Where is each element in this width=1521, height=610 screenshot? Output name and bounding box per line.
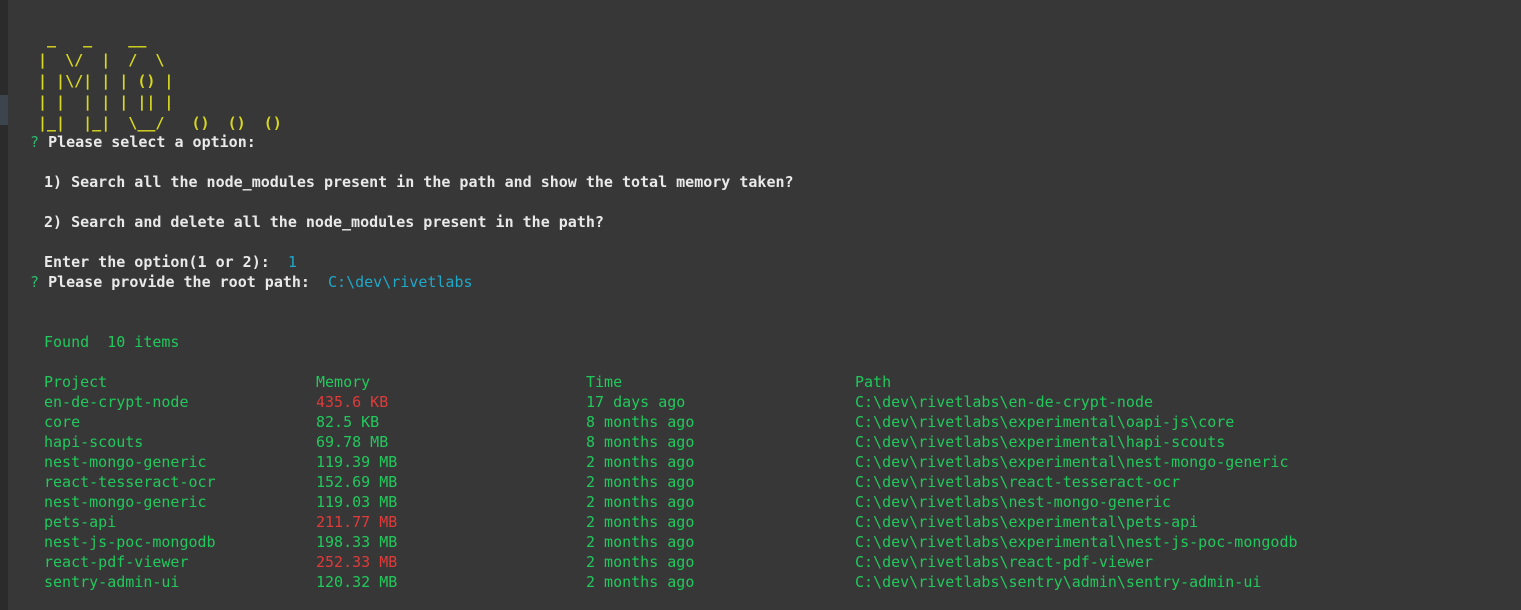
cell-path: C:\dev\rivetlabs\nest-mongo-generic	[855, 493, 1172, 511]
terminal-window: _ _ __ | \/ | / \ | |\/| | | () | | | | …	[0, 0, 1521, 610]
cell-project: react-pdf-viewer	[44, 553, 189, 571]
cell-time: 2 months ago	[586, 453, 695, 471]
cell-memory: 119.39 MB	[316, 453, 398, 471]
table-row: react-tesseract-ocr 152.69 MB 2 months ago…	[8, 472, 1521, 492]
found-items-status: Found 10 items	[44, 333, 180, 351]
enter-option-value[interactable]: 1	[270, 253, 297, 271]
cell-time: 2 months ago	[586, 493, 695, 511]
table-row: sentry-admin-ui 120.32 MB 2 months ago C:\d…	[8, 572, 1521, 592]
cell-time: 8 months ago	[586, 433, 695, 451]
table-row: nest-mongo-generic 119.39 MB 2 months ago C…	[8, 452, 1521, 472]
cell-time: 2 months ago	[586, 573, 695, 591]
cell-project: hapi-scouts	[44, 433, 144, 451]
cell-path: C:\dev\rivetlabs\experimental\pets-api	[855, 513, 1199, 531]
cell-memory: 82.5 KB	[316, 413, 380, 431]
cell-time: 8 months ago	[586, 413, 695, 431]
root-path-label: Please provide the root path:	[48, 273, 310, 291]
cell-path: C:\dev\rivetlabs\experimental\oapi-js\co…	[855, 413, 1235, 431]
cell-path: C:\dev\rivetlabs\en-de-crypt-node	[855, 393, 1154, 411]
cell-project: nest-mongo-generic	[44, 453, 207, 471]
cell-path: C:\dev\rivetlabs\react-tesseract-ocr	[855, 473, 1181, 491]
cell-path: C:\dev\rivetlabs\react-pdf-viewer	[855, 553, 1154, 571]
cell-memory: 211.77 MB	[316, 513, 398, 531]
cell-memory: 152.69 MB	[316, 473, 398, 491]
cell-project: nest-mongo-generic	[44, 493, 207, 511]
cell-project: pets-api	[44, 513, 117, 531]
enter-option-line: Enter the option(1 or 2): 1	[44, 252, 297, 272]
column-header-memory: Memory	[316, 373, 371, 391]
cell-memory: 198.33 MB	[316, 533, 398, 551]
root-path-line: ? Please provide the root path: C:\dev\r…	[30, 272, 473, 292]
cell-project: react-tesseract-ocr	[44, 473, 216, 491]
cell-memory: 252.33 MB	[316, 553, 398, 571]
option-1-line[interactable]: 1) Search all the node_modules present i…	[44, 172, 794, 192]
cell-path: C:\dev\rivetlabs\experimental\nest-js-po…	[855, 533, 1298, 551]
prompt-question-icon: ?	[30, 133, 40, 151]
results-table: Project Memory Time Path en-de-crypt-nod…	[8, 372, 1521, 592]
cell-path: C:\dev\rivetlabs\sentry\admin\sentry-adm…	[855, 573, 1262, 591]
cell-memory: 69.78 MB	[316, 433, 389, 451]
table-row: core 82.5 KB 8 months ago C:\dev\rivetlabs\…	[8, 412, 1521, 432]
cell-project: core	[44, 413, 81, 431]
table-row: hapi-scouts 69.78 MB 8 months ago C:\dev\ri…	[8, 432, 1521, 452]
cell-project: nest-js-poc-mongodb	[44, 533, 216, 551]
cell-memory: 120.32 MB	[316, 573, 398, 591]
table-row: react-pdf-viewer 252.33 MB 2 months ago C:\…	[8, 552, 1521, 572]
editor-gutter-strip	[0, 0, 8, 610]
option-2-line[interactable]: 2) Search and delete all the node_module…	[44, 212, 604, 232]
ascii-logo-mo: _ _ __ | \/ | / \ | |\/| | | () | | | | …	[38, 30, 282, 132]
cell-time: 17 days ago	[586, 393, 686, 411]
cell-memory: 435.6 KB	[316, 393, 389, 411]
table-row: pets-api 211.77 MB 2 months ago C:\dev\rive…	[8, 512, 1521, 532]
cell-time: 2 months ago	[586, 533, 695, 551]
cell-project: sentry-admin-ui	[44, 573, 180, 591]
cell-path: C:\dev\rivetlabs\experimental\hapi-scout…	[855, 433, 1226, 451]
cell-path: C:\dev\rivetlabs\experimental\nest-mongo…	[855, 453, 1289, 471]
root-path-value[interactable]: C:\dev\rivetlabs	[310, 273, 473, 291]
prompt-question-icon-2: ?	[30, 273, 40, 291]
select-option-label: Please select a option:	[48, 133, 256, 151]
column-header-project: Project	[44, 373, 108, 391]
cell-time: 2 months ago	[586, 513, 695, 531]
column-header-time: Time	[586, 373, 623, 391]
terminal-content: _ _ __ | \/ | / \ | |\/| | | () | | | | …	[8, 0, 1521, 610]
table-row: nest-js-poc-mongodb 198.33 MB 2 months ago…	[8, 532, 1521, 552]
table-row: en-de-crypt-node 435.6 KB 17 days ago C:\de…	[8, 392, 1521, 412]
column-header-path: Path	[855, 373, 892, 391]
cell-memory: 119.03 MB	[316, 493, 398, 511]
table-row: nest-mongo-generic 119.03 MB 2 months ago C…	[8, 492, 1521, 512]
cell-time: 2 months ago	[586, 553, 695, 571]
cell-project: en-de-crypt-node	[44, 393, 189, 411]
gutter-scroll-thumb[interactable]	[0, 95, 8, 125]
enter-option-label: Enter the option(1 or 2):	[44, 253, 270, 271]
select-option-prompt-line: ? Please select a option:	[30, 132, 256, 152]
cell-time: 2 months ago	[586, 473, 695, 491]
table-header-row: Project Memory Time Path	[8, 372, 1521, 392]
